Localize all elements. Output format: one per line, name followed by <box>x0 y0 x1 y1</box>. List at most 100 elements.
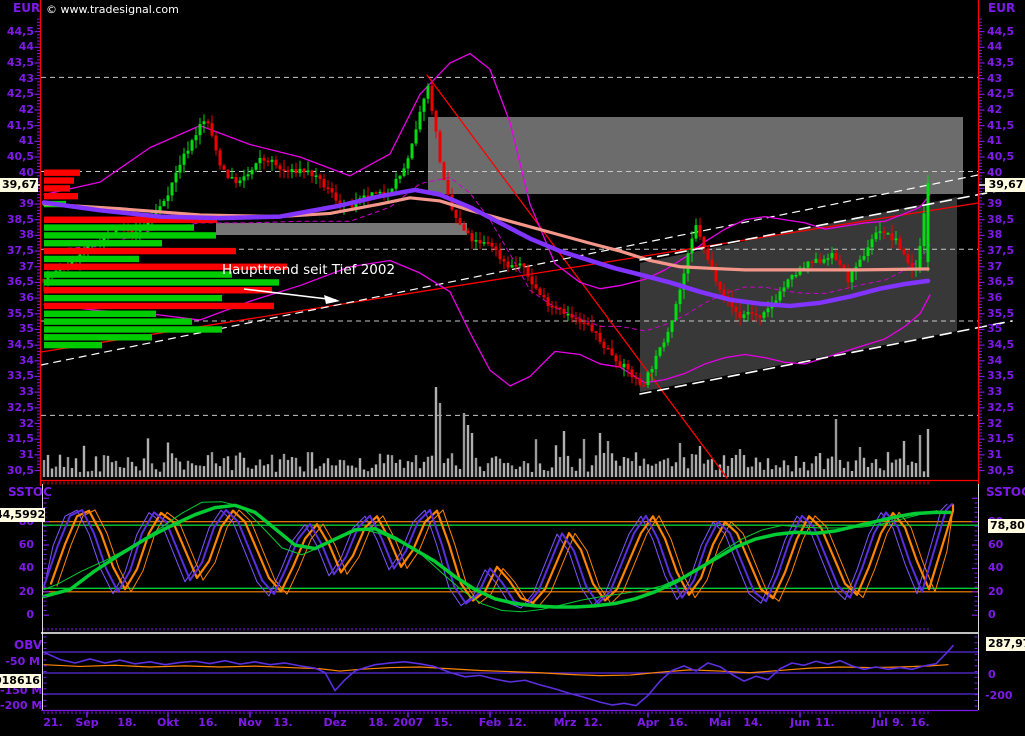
volume-bar <box>835 419 837 477</box>
candlestick <box>407 158 410 168</box>
price-tick-label-left: 36,5 <box>0 275 34 289</box>
volume-profile-bar <box>44 318 192 324</box>
volume-bar <box>203 466 205 477</box>
candlestick <box>471 233 474 241</box>
volume-bar <box>195 465 197 477</box>
chart-canvas[interactable] <box>0 0 1025 736</box>
candlestick <box>515 265 518 267</box>
volume-bar <box>743 455 745 477</box>
candlestick <box>547 297 550 306</box>
candlestick <box>667 332 670 343</box>
volume-bar <box>411 462 413 477</box>
candlestick <box>215 136 218 151</box>
volume-bar <box>875 459 877 477</box>
candlestick <box>287 170 290 172</box>
candlestick <box>455 210 458 218</box>
gray-highlight-box[interactable] <box>428 117 963 194</box>
volume-bar <box>303 471 305 477</box>
price-tick-label-right: 41,5 <box>987 119 1014 133</box>
volume-bar <box>623 457 625 477</box>
candlestick <box>843 265 846 269</box>
candlestick <box>219 150 222 165</box>
candlestick <box>783 287 786 291</box>
volume-bar <box>211 452 213 477</box>
candlestick <box>207 121 210 123</box>
volume-profile-bar <box>44 248 236 254</box>
volume-bar <box>855 460 857 477</box>
candlestick <box>583 322 586 324</box>
volume-bar <box>47 455 49 477</box>
volume-bar <box>299 466 301 477</box>
price-tick-label-left: 33 <box>0 385 34 399</box>
volume-bar <box>735 455 737 477</box>
volume-bar <box>283 454 285 477</box>
candlestick <box>671 320 674 332</box>
candlestick <box>467 231 470 234</box>
volume-bar <box>755 458 757 477</box>
sstoc-tick-label-left: 60 <box>0 538 34 552</box>
candlestick <box>179 165 182 173</box>
volume-bar <box>883 470 885 477</box>
volume-bar <box>191 463 193 477</box>
gray-highlight-box[interactable] <box>216 223 467 235</box>
volume-bar <box>691 454 693 477</box>
candlestick <box>663 342 666 347</box>
candlestick <box>243 176 246 180</box>
candlestick <box>607 348 610 350</box>
price-tick-label-right: 35,5 <box>987 307 1014 321</box>
candlestick <box>427 86 430 99</box>
candlestick <box>675 304 678 320</box>
price-tick-label-right: 31 <box>987 448 1002 462</box>
volume-bar <box>335 465 337 477</box>
volume-bar <box>227 456 229 477</box>
volume-bar <box>503 463 505 477</box>
volume-bar <box>395 463 397 477</box>
volume-bar <box>863 458 865 477</box>
date-label: 13. <box>263 716 303 729</box>
candlestick <box>191 140 194 150</box>
candlestick <box>575 318 578 320</box>
volume-bar <box>387 455 389 477</box>
volume-bar <box>603 453 605 477</box>
volume-bar <box>459 469 461 477</box>
candlestick <box>743 314 746 318</box>
candlestick <box>435 111 438 132</box>
volume-bar <box>463 413 465 477</box>
volume-profile-bar <box>44 334 152 340</box>
volume-bar <box>471 433 473 477</box>
volume-bar <box>887 452 889 477</box>
volume-bar <box>167 442 169 477</box>
candlestick <box>867 247 870 256</box>
volume-bar <box>443 463 445 477</box>
volume-bar <box>83 446 85 477</box>
candlestick <box>475 240 478 242</box>
volume-bar <box>763 470 765 477</box>
candlestick <box>315 175 318 177</box>
date-label: 16. <box>900 716 940 729</box>
date-label: 12. <box>573 716 613 729</box>
volume-bar <box>199 466 201 477</box>
volume-profile-bar <box>44 279 279 285</box>
volume-bar <box>659 461 661 477</box>
sstoc-title-left: SSTOC <box>8 485 52 499</box>
volume-bar <box>547 471 549 477</box>
sstoc-tick-label-right: 60 <box>988 538 1003 552</box>
candlestick <box>739 312 742 318</box>
volume-bar <box>487 463 489 477</box>
candlestick <box>267 161 270 163</box>
volume-bar <box>783 460 785 477</box>
volume-profile-bar <box>44 256 139 262</box>
candlestick <box>619 361 622 367</box>
price-tick-label-left: 41 <box>0 134 34 148</box>
volume-bar <box>859 447 861 477</box>
candlestick <box>163 201 166 206</box>
sstoc-tick-label-left: 40 <box>0 561 34 575</box>
volume-bar <box>355 468 357 477</box>
volume-bar <box>571 467 573 477</box>
trend-annotation[interactable]: Haupttrend seit Tief 2002 <box>222 262 395 278</box>
date-label: 2007 <box>388 716 428 729</box>
date-label: 15. <box>423 716 463 729</box>
copyright-text: © www.tradesignal.com <box>46 3 179 16</box>
price-tick-label-right: 39 <box>987 197 1002 211</box>
price-tick-label-left: 33,5 <box>0 369 34 383</box>
